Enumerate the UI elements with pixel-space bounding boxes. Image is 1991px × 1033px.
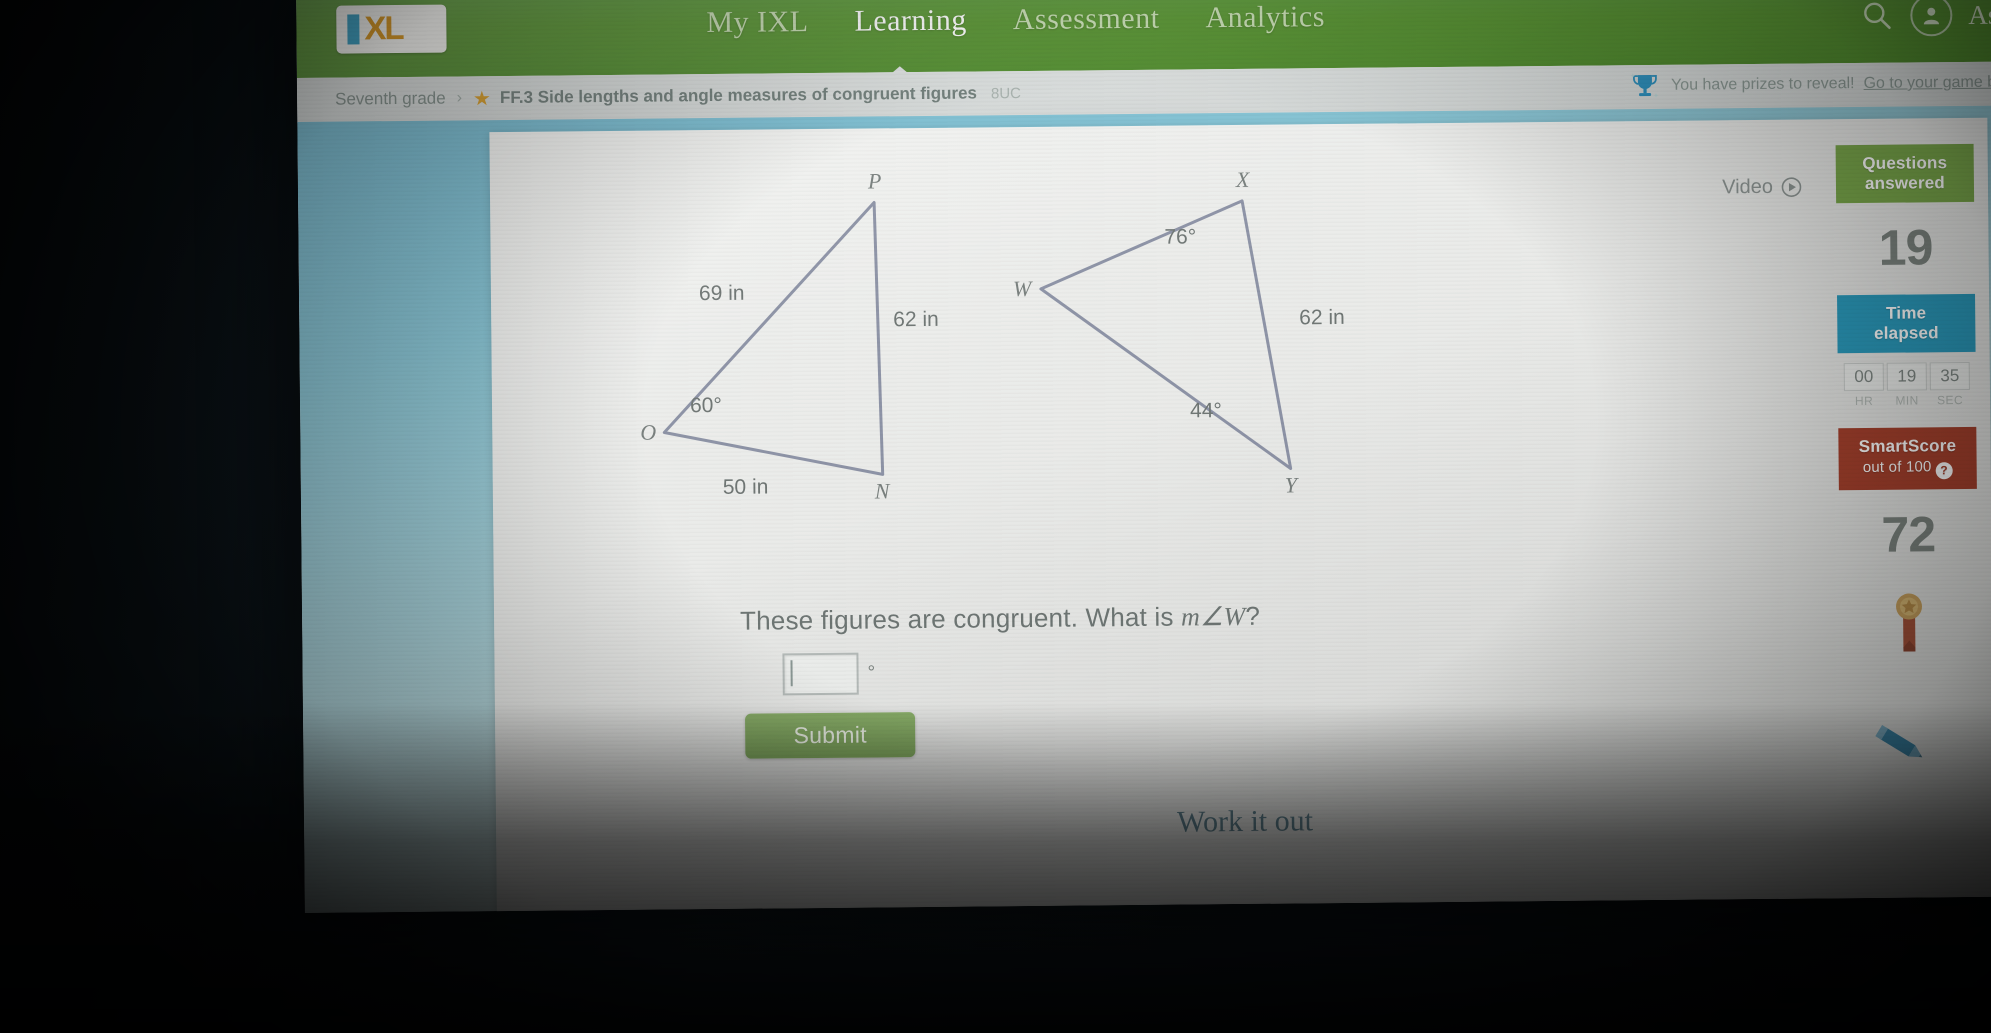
photograph-of-screen: XL My IXL Learning Assessment Analytics [0, 0, 1991, 1033]
nav-tabs: My IXL Learning Assessment Analytics [706, 0, 1325, 40]
logo-text: XL [364, 8, 403, 47]
questions-answered-line1: Questions [1862, 153, 1948, 173]
tab-my-ixl[interactable]: My IXL [706, 5, 808, 40]
smartscore-value: 72 [1881, 506, 1936, 563]
clock-hours: 00 HR [1843, 362, 1884, 409]
ixl-logo[interactable]: XL [336, 4, 447, 54]
svg-text:✦: ✦ [1630, 72, 1636, 80]
questions-answered-value: 19 [1878, 219, 1933, 276]
angle-label-44: 44° [1190, 399, 1222, 422]
vertex-label-O: O [640, 420, 656, 445]
prompt-math-expression: m∠W [1180, 601, 1246, 632]
clock-minutes-label: MIN [1895, 393, 1919, 408]
clock-minutes: 19 MIN [1886, 362, 1927, 408]
pencil-icon[interactable] [1869, 718, 1936, 773]
award-ribbon-icon [1886, 589, 1933, 652]
prompt-text-b: ? [1245, 600, 1261, 631]
search-icon[interactable] [1860, 0, 1894, 33]
elapsed-clock: 00 HR 19 MIN 35 SEC [1838, 362, 1976, 408]
questions-answered-line2: answered [1864, 172, 1946, 193]
video-link[interactable]: Video [1722, 176, 1802, 200]
page-body: Video O P N W X Y 69 in 62 in 50 in 60° … [297, 105, 1991, 913]
side-label-69in: 69 in [699, 282, 745, 305]
vertex-label-W: W [1013, 276, 1033, 301]
smartscore-title: SmartScore [1858, 436, 1957, 457]
skill-title: FF.3 Side lengths and angle measures of … [499, 83, 978, 108]
top-right-controls: As [1860, 0, 1991, 37]
clock-seconds-label: SEC [1937, 393, 1964, 408]
svg-text:✦: ✦ [1653, 92, 1659, 100]
user-name-label: As [1968, 0, 1991, 30]
score-rail: Questions answered 19 Time elapsed 00 HR [1835, 143, 1979, 652]
monitor-screen: XL My IXL Learning Assessment Analytics [296, 0, 1991, 913]
smartscore-help-icon[interactable]: ? [1935, 461, 1953, 480]
side-label-62in-left: 62 in [893, 308, 939, 331]
tab-assessment[interactable]: Assessment [1013, 2, 1160, 37]
side-label-62in-right: 62 in [1299, 306, 1345, 329]
play-circle-icon[interactable] [1781, 177, 1802, 198]
clock-hours-value: 00 [1843, 362, 1884, 392]
prompt-text-a: These figures are congruent. What is [739, 601, 1182, 636]
time-elapsed-line1: Time [1886, 303, 1927, 323]
answer-row: ° [782, 652, 876, 696]
clock-minutes-value: 19 [1886, 362, 1927, 391]
vertex-label-X: X [1235, 167, 1251, 192]
work-it-out-heading: Work it out [1176, 804, 1314, 839]
clock-seconds: 35 SEC [1929, 362, 1970, 408]
time-elapsed-header: Time elapsed [1837, 293, 1976, 354]
breadcrumb-separator: › [456, 89, 463, 107]
prize-banner: ✦ ✦ You have prizes to reveal! Go to you… [1628, 68, 1991, 102]
smartscore-sub: out of 100 [1862, 458, 1932, 476]
vertex-label-N: N [874, 478, 891, 503]
video-label: Video [1722, 175, 1774, 199]
clock-hours-label: HR [1854, 394, 1874, 409]
trophy-icon: ✦ ✦ [1630, 72, 1659, 100]
smartscore-header: SmartScore out of 100? [1838, 427, 1977, 490]
logo-blue-bar [347, 14, 360, 45]
text-caret [790, 660, 793, 687]
question-prompt: These figures are congruent. What is m∠W… [740, 601, 1260, 637]
user-avatar-icon[interactable] [1910, 0, 1953, 37]
time-elapsed-line2: elapsed [1873, 322, 1939, 343]
tab-learning[interactable]: Learning [854, 4, 967, 39]
congruent-triangles-figure: O P N W X Y 69 in 62 in 50 in 60° 76° 44… [530, 155, 1634, 586]
questions-answered-header: Questions answered [1835, 143, 1975, 204]
submit-button[interactable]: Submit [744, 712, 916, 759]
side-label-50in: 50 in [723, 475, 769, 498]
breadcrumb-grade[interactable]: Seventh grade [335, 89, 446, 110]
browser-viewport: XL My IXL Learning Assessment Analytics [296, 0, 1991, 913]
vertex-label-Y: Y [1285, 472, 1300, 497]
triangle-opn [662, 200, 885, 476]
game-board-link[interactable]: Go to your game bo [1863, 74, 1991, 93]
degree-symbol: ° [867, 662, 876, 684]
triangles-svg: O P N W X Y 69 in 62 in 50 in 60° 76° 44… [640, 167, 1345, 504]
star-icon[interactable]: ★ [473, 86, 491, 111]
smartscore-subline: out of 100? [1843, 458, 1973, 480]
question-card: Video O P N W X Y 69 in 62 in 50 in 60° … [489, 117, 1991, 913]
skill-id: 8UC [990, 84, 1022, 102]
angle-label-60: 60° [690, 394, 722, 417]
clock-seconds-value: 35 [1929, 362, 1970, 391]
tab-analytics[interactable]: Analytics [1205, 0, 1325, 35]
vertex-label-P: P [867, 168, 882, 193]
prize-message: You have prizes to reveal! [1670, 75, 1855, 94]
answer-input[interactable] [782, 652, 859, 696]
angle-label-76: 76° [1164, 225, 1196, 248]
